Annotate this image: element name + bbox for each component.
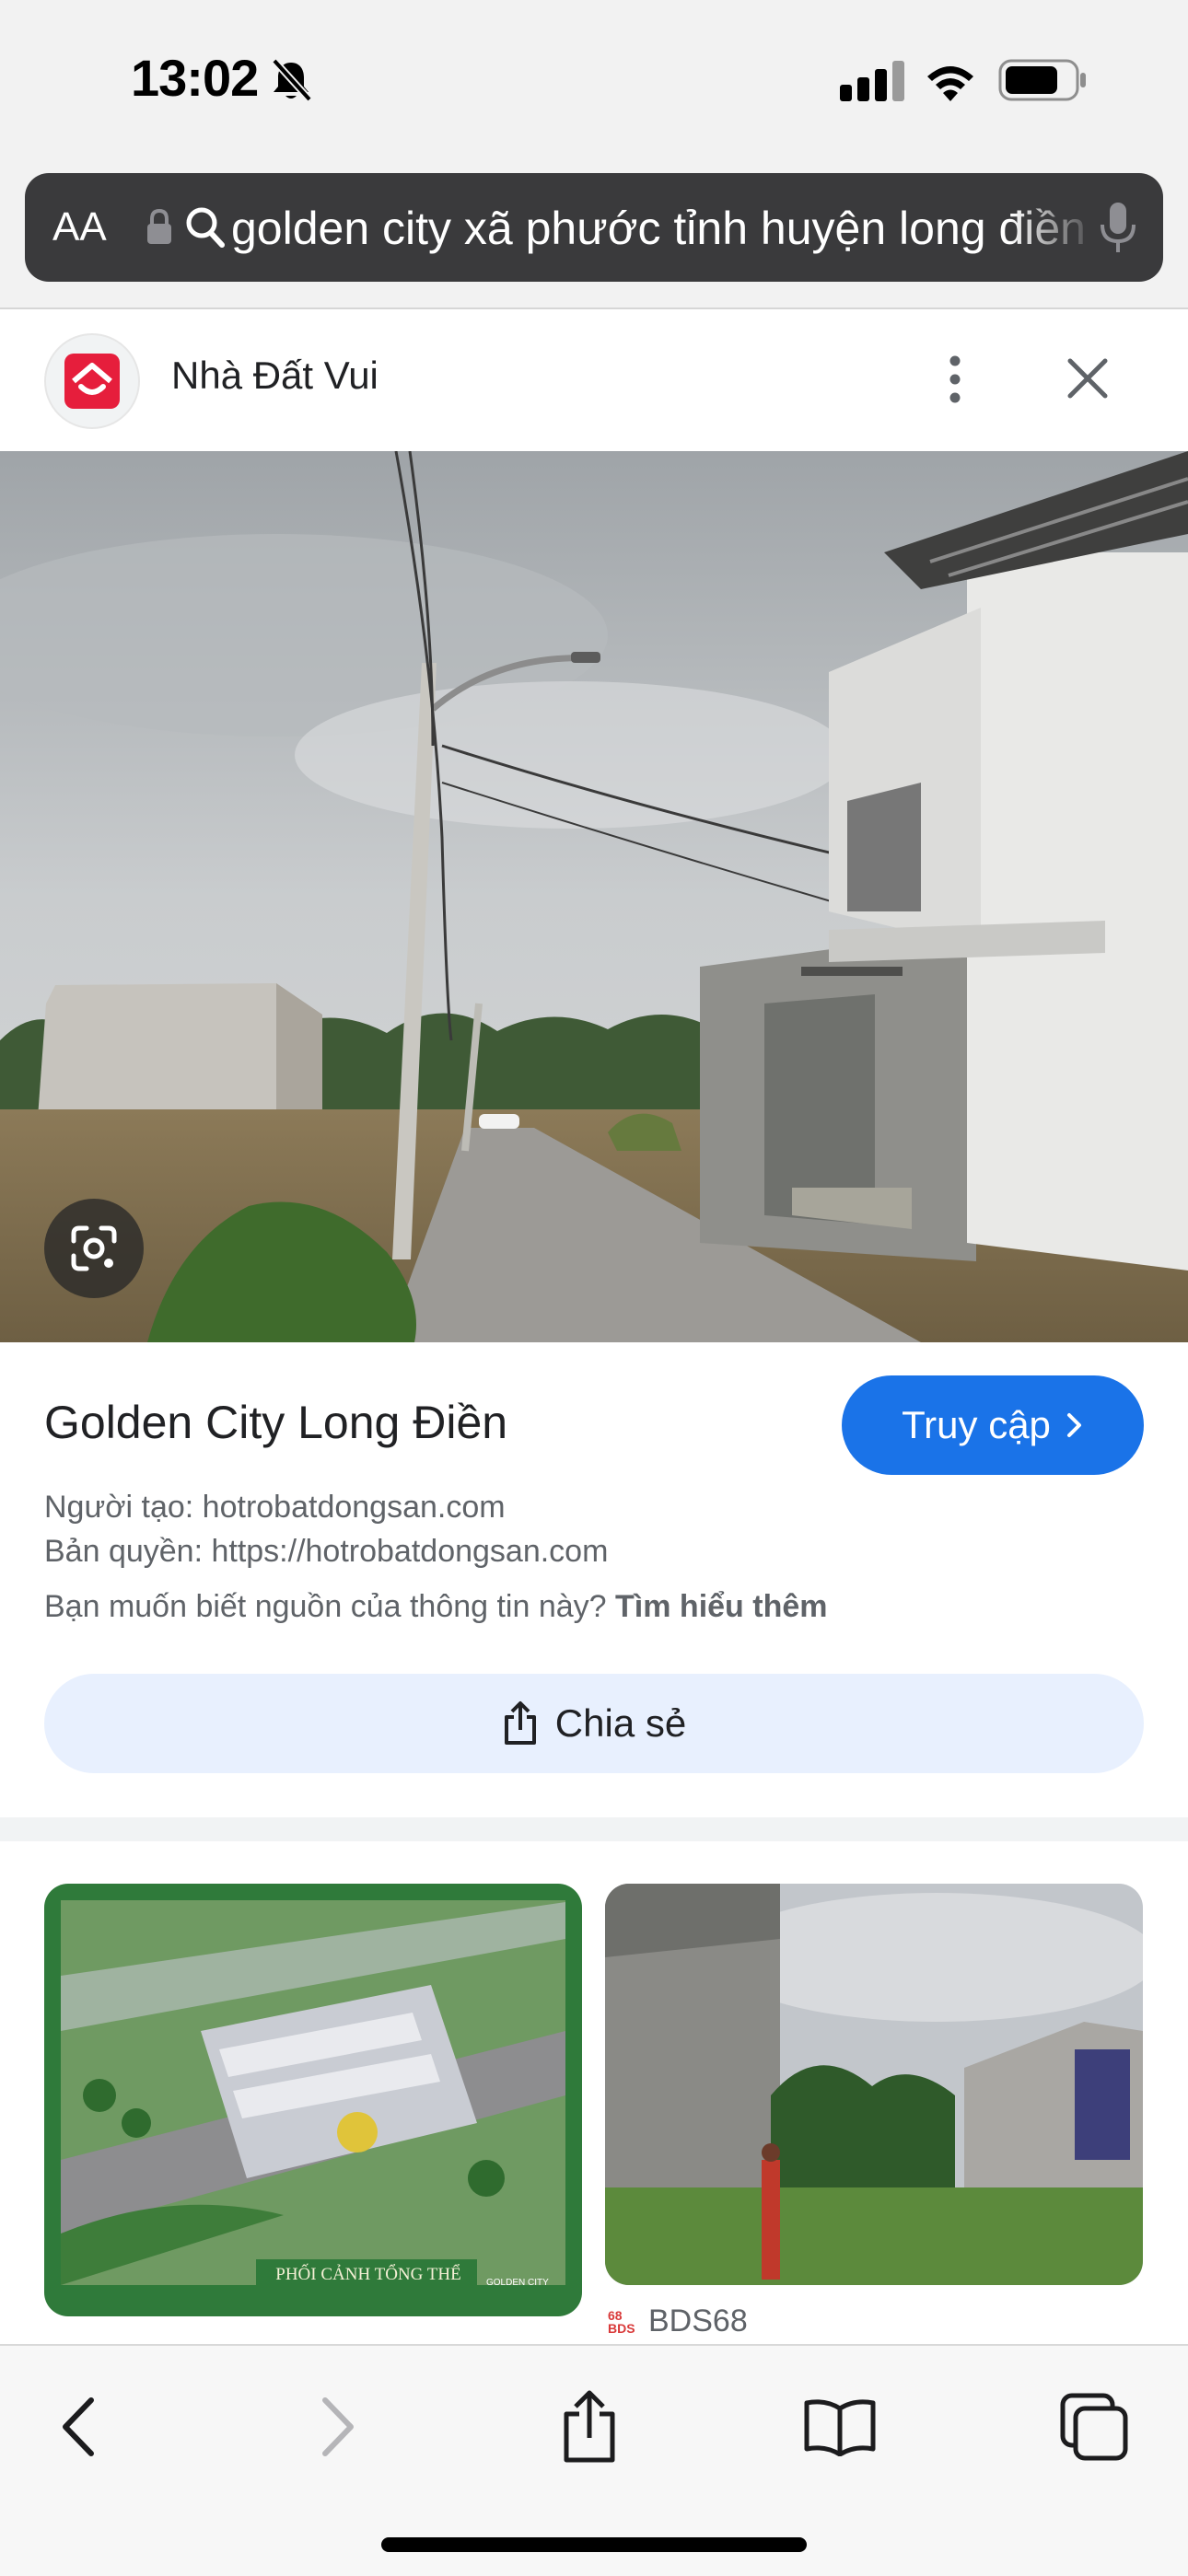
home-indicator bbox=[381, 2537, 807, 2552]
source-site-name[interactable]: Nhà Đất Vui bbox=[171, 354, 379, 398]
source-avatar[interactable] bbox=[44, 333, 140, 429]
tabs-button[interactable] bbox=[1039, 2372, 1149, 2482]
bookmarks-icon bbox=[804, 2399, 876, 2456]
search-icon bbox=[186, 207, 225, 248]
related-1-brand: GOLDEN CITY bbox=[486, 2278, 549, 2288]
chevron-right-icon bbox=[1066, 1413, 1081, 1437]
vacant-lot-photo bbox=[605, 1884, 1143, 2285]
lens-icon bbox=[71, 1225, 117, 1271]
address-bar[interactable]: AA golden city xã phước tỉnh huyện long … bbox=[25, 173, 1163, 282]
share-icon bbox=[564, 2390, 615, 2463]
related-2-source-name: BDS68 bbox=[648, 2303, 748, 2338]
related-image-2[interactable] bbox=[605, 1884, 1143, 2285]
tabs-icon bbox=[1060, 2393, 1128, 2461]
bds68-logo: 68 BDS bbox=[608, 2307, 635, 2336]
share-button-label: Chia sẻ bbox=[554, 1701, 687, 1745]
creator-line: Người tạo: hotrobatdongsan.com bbox=[44, 1490, 506, 1525]
share-button[interactable]: Chia sẻ bbox=[44, 1674, 1144, 1773]
lock-icon bbox=[147, 208, 171, 244]
back-icon bbox=[63, 2397, 94, 2456]
more-options-icon[interactable] bbox=[936, 352, 974, 407]
visit-button-label: Truy cập bbox=[902, 1403, 1051, 1446]
url-text[interactable]: golden city xã phước tỉnh huyện long điề… bbox=[231, 199, 1088, 258]
related-1-caption: PHỐI CẢNH TỔNG THỂ bbox=[275, 2265, 461, 2284]
status-time: 13:02 bbox=[131, 49, 259, 107]
street-scene-image bbox=[0, 451, 1188, 1342]
visit-button[interactable]: Truy cập bbox=[842, 1375, 1144, 1475]
section-divider bbox=[0, 1817, 1188, 1841]
back-button[interactable] bbox=[24, 2372, 134, 2482]
wifi-icon bbox=[927, 66, 973, 101]
related-2-source[interactable]: 68 BDS BDS68 bbox=[608, 2303, 748, 2339]
aerial-render-image bbox=[44, 1884, 582, 2316]
text-size-button[interactable]: AA bbox=[52, 197, 107, 258]
lens-search-button[interactable] bbox=[44, 1199, 144, 1298]
microphone-icon[interactable] bbox=[1097, 201, 1139, 256]
related-image-1[interactable]: PHỐI CẢNH TỔNG THỂ GOLDEN CITY bbox=[44, 1884, 582, 2316]
bell-muted-icon bbox=[272, 58, 312, 102]
result-title: Golden City Long Điền bbox=[44, 1397, 508, 1448]
cellular-signal-icon bbox=[840, 61, 904, 101]
forward-icon bbox=[322, 2397, 354, 2456]
forward-button[interactable] bbox=[282, 2372, 392, 2482]
battery-icon bbox=[998, 59, 1086, 101]
copyright-line: Bản quyền: https://hotrobatdongsan.com bbox=[44, 1534, 609, 1569]
learn-more-link[interactable]: Tìm hiểu thêm bbox=[615, 1589, 827, 1624]
share-icon bbox=[504, 1701, 536, 1745]
nha-dat-vui-logo-icon bbox=[64, 354, 120, 409]
share-toolbar-button[interactable] bbox=[534, 2372, 645, 2482]
bookmarks-button[interactable] bbox=[785, 2372, 895, 2482]
text-size-label: AA bbox=[52, 204, 107, 249]
learn-more-line: Bạn muốn biết nguồn của thông tin này? T… bbox=[44, 1589, 828, 1625]
main-result-image[interactable] bbox=[0, 451, 1188, 1342]
learn-more-prefix: Bạn muốn biết nguồn của thông tin này? bbox=[44, 1589, 607, 1624]
close-icon[interactable] bbox=[1065, 355, 1111, 401]
